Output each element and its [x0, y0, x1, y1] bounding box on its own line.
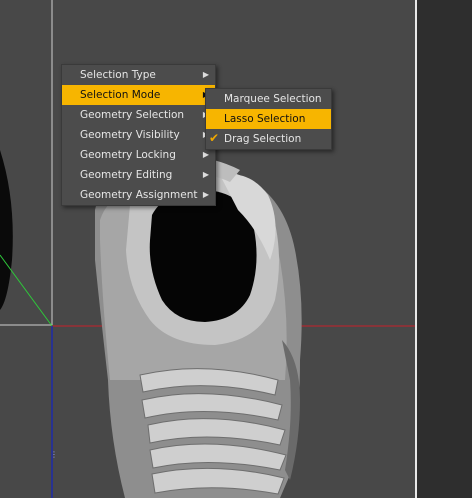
menu-item-label: Selection Mode [80, 89, 161, 101]
axis-tick-marks: ⋮ [50, 450, 58, 459]
submenu-arrow-icon: ▶ [202, 170, 209, 179]
3d-viewport[interactable]: ⋮ Selection Type ▶ Selection Mode ▶ Geom… [0, 0, 415, 498]
context-menu: Selection Type ▶ Selection Mode ▶ Geomet… [61, 64, 216, 206]
menu-item-geometry-visibility[interactable]: Geometry Visibility ▶ [62, 125, 215, 145]
menu-item-geometry-selection[interactable]: Geometry Selection ▶ [62, 105, 215, 125]
shoe-model[interactable] [95, 156, 302, 498]
menu-item-selection-mode[interactable]: Selection Mode ▶ [62, 85, 215, 105]
menu-item-label: Geometry Selection [80, 109, 185, 121]
side-panel [415, 0, 472, 498]
menu-item-geometry-editing[interactable]: Geometry Editing ▶ [62, 165, 215, 185]
menu-item-label: Geometry Visibility [80, 129, 180, 141]
menu-item-label: Drag Selection [224, 133, 302, 145]
menu-item-selection-type[interactable]: Selection Type ▶ [62, 65, 215, 85]
menu-item-label: Geometry Locking [80, 149, 176, 161]
menu-item-marquee-selection[interactable]: Marquee Selection [206, 89, 331, 109]
menu-item-drag-selection[interactable]: ✔ Drag Selection [206, 129, 331, 149]
z-axis-line [0, 254, 53, 327]
selection-mode-submenu: Marquee Selection Lasso Selection ✔ Drag… [205, 88, 332, 150]
submenu-arrow-icon: ▶ [202, 70, 209, 79]
menu-item-label: Geometry Editing [80, 169, 173, 181]
menu-item-label: Lasso Selection [224, 113, 306, 125]
menu-item-geometry-locking[interactable]: Geometry Locking ▶ [62, 145, 215, 165]
menu-item-label: Selection Type [80, 69, 156, 81]
menu-item-label: Geometry Assignment [80, 189, 198, 201]
submenu-arrow-icon: ▶ [202, 190, 209, 199]
menu-item-lasso-selection[interactable]: Lasso Selection [206, 109, 331, 129]
menu-item-label: Marquee Selection [224, 93, 322, 105]
menu-item-geometry-assignment[interactable]: Geometry Assignment ▶ [62, 185, 215, 205]
checkmark-icon: ✔ [209, 131, 220, 145]
left-object-silhouette [0, 150, 13, 310]
